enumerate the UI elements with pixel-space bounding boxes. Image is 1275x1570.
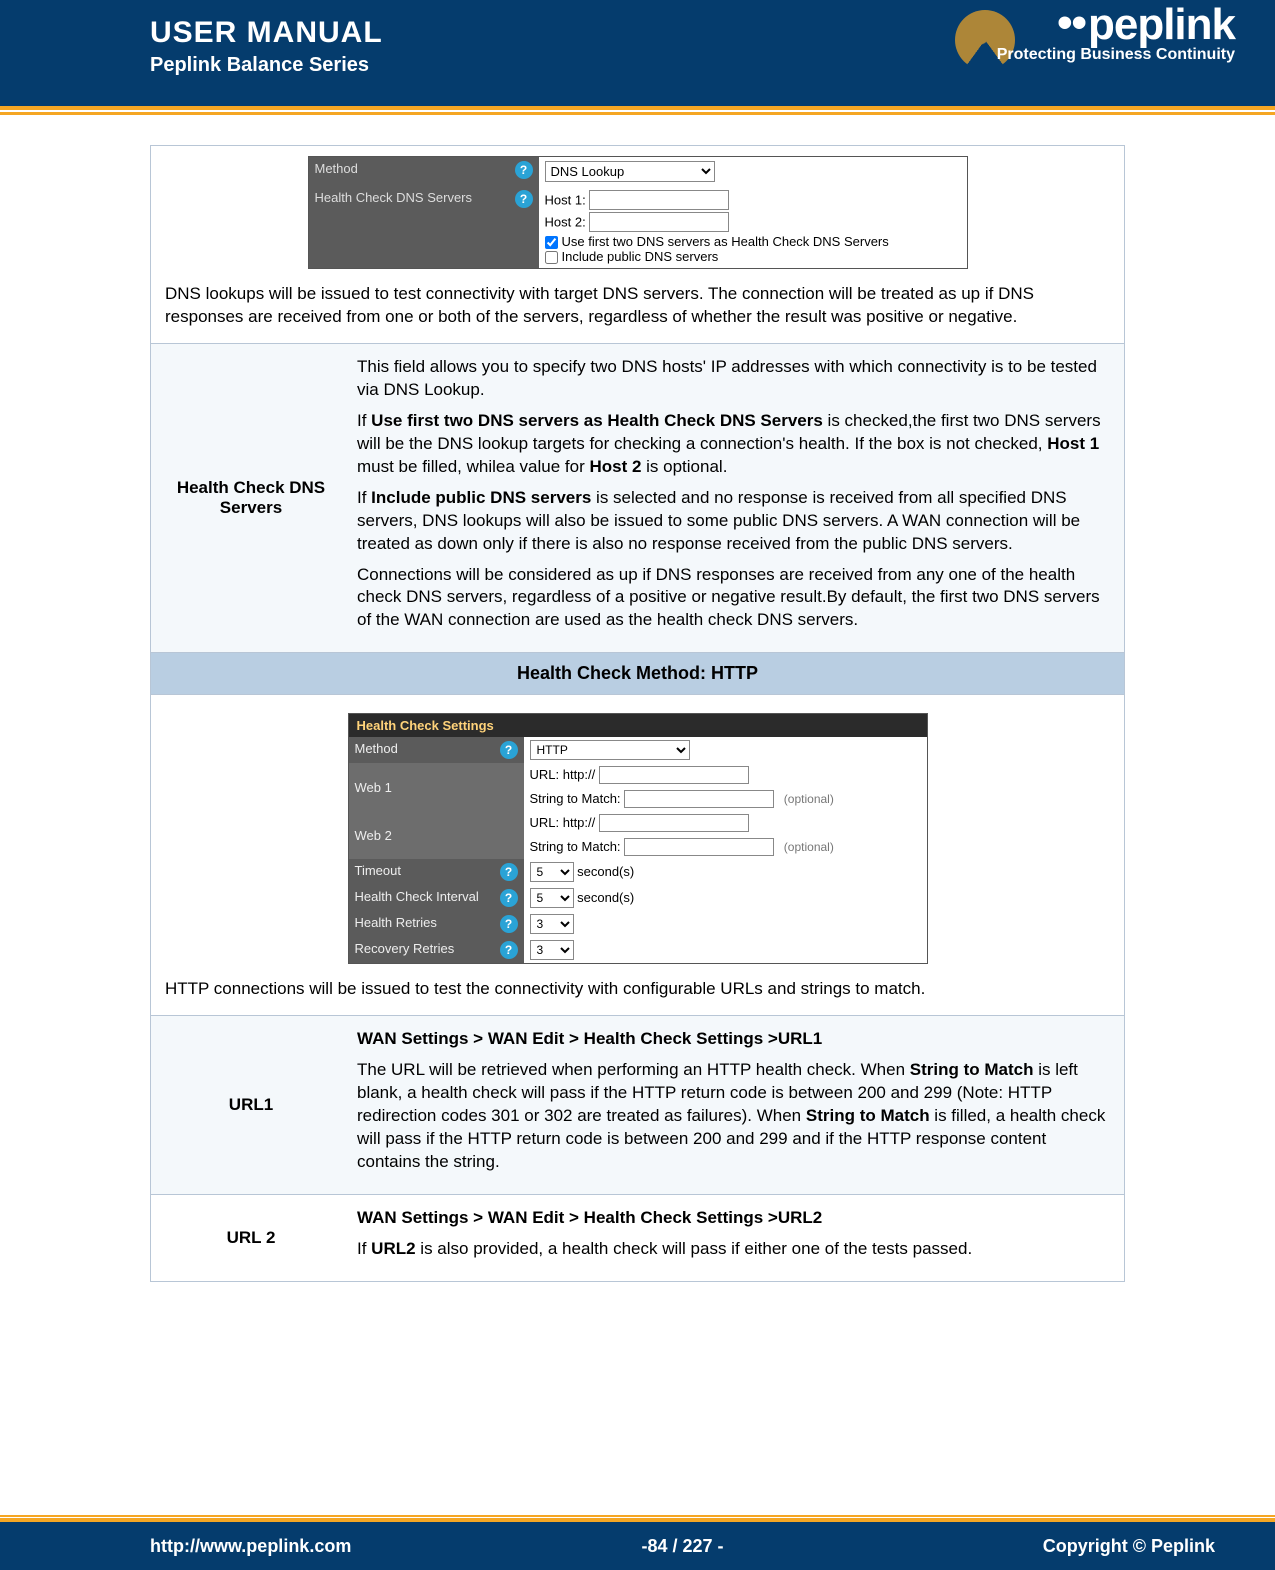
label-text: Health Check DNS Servers bbox=[315, 190, 473, 205]
interval-label: Health Check Interval? bbox=[349, 885, 524, 911]
help-icon[interactable]: ? bbox=[500, 741, 518, 759]
fig-dns-servers-cell: Host 1: Host 2: Use first two DNS server… bbox=[539, 186, 967, 268]
cb1-label: Use first two DNS servers as Health Chec… bbox=[562, 234, 889, 249]
cb2-label: Include public DNS servers bbox=[562, 249, 719, 264]
footer-url: http://www.peplink.com bbox=[150, 1536, 505, 1557]
row-content: WAN Settings > WAN Edit > Health Check S… bbox=[351, 1195, 1124, 1281]
row-url2: URL 2 WAN Settings > WAN Edit > Health C… bbox=[151, 1194, 1124, 1281]
web1-string-input[interactable] bbox=[624, 790, 774, 808]
para: If URL2 is also provided, a health check… bbox=[357, 1238, 1108, 1261]
web2-label: Web 2 bbox=[349, 811, 524, 859]
optional-text: (optional) bbox=[784, 792, 834, 806]
brand-logo: ••peplink Protecting Business Continuity bbox=[997, 0, 1235, 64]
dns-caption: DNS lookups will be issued to test conne… bbox=[165, 283, 1110, 329]
url-prefix: URL: http:// bbox=[530, 815, 596, 830]
row-content: This field allows you to specify two DNS… bbox=[351, 344, 1124, 652]
brand-text: peplink bbox=[1088, 0, 1235, 49]
use-first-two-checkbox[interactable] bbox=[545, 236, 558, 249]
figure-http-wrapper: Health Check Settings Method? HTTP Web 1… bbox=[151, 694, 1124, 1001]
method-select[interactable]: DNS Lookup bbox=[545, 161, 715, 182]
health-retries-label: Health Retries? bbox=[349, 911, 524, 937]
page-footer: http://www.peplink.com -84 / 227 - Copyr… bbox=[0, 1518, 1275, 1570]
string-label: String to Match: bbox=[530, 839, 621, 854]
interval-select[interactable]: 5 bbox=[530, 888, 574, 908]
para: Connections will be considered as up if … bbox=[357, 564, 1108, 633]
help-icon[interactable]: ? bbox=[500, 863, 518, 881]
breadcrumb-path: WAN Settings > WAN Edit > Health Check S… bbox=[357, 1028, 1108, 1051]
url-prefix: URL: http:// bbox=[530, 767, 596, 782]
web2-string-input[interactable] bbox=[624, 838, 774, 856]
row-label: URL 2 bbox=[151, 1195, 351, 1281]
figure-http-title: Health Check Settings bbox=[349, 714, 927, 737]
recovery-retries-select[interactable]: 3 bbox=[530, 940, 574, 960]
host1-input[interactable] bbox=[589, 190, 729, 210]
help-icon[interactable]: ? bbox=[500, 889, 518, 907]
help-icon[interactable]: ? bbox=[515, 161, 533, 179]
http-method-label: Method? bbox=[349, 737, 524, 763]
figure-dns-lookup: Method ? DNS Lookup Health Check DNS Ser… bbox=[308, 156, 968, 269]
section-health-check-http: Health Check Method: HTTP bbox=[151, 652, 1124, 694]
http-method-select[interactable]: HTTP bbox=[530, 740, 690, 760]
seconds-text: second(s) bbox=[577, 864, 634, 879]
content-frame: Method ? DNS Lookup Health Check DNS Ser… bbox=[150, 145, 1125, 1282]
timeout-label: Timeout? bbox=[349, 859, 524, 885]
timeout-select[interactable]: 5 bbox=[530, 862, 574, 882]
http-caption: HTTP connections will be issued to test … bbox=[165, 978, 1110, 1001]
health-retries-select[interactable]: 3 bbox=[530, 914, 574, 934]
breadcrumb-path: WAN Settings > WAN Edit > Health Check S… bbox=[357, 1207, 1108, 1230]
help-icon[interactable]: ? bbox=[500, 915, 518, 933]
string-label: String to Match: bbox=[530, 791, 621, 806]
recovery-retries-label: Recovery Retries? bbox=[349, 937, 524, 963]
host1-label: Host 1: bbox=[545, 193, 586, 208]
header-divider bbox=[0, 112, 1275, 115]
row-health-check-dns-servers: Health Check DNS Servers This field allo… bbox=[151, 343, 1124, 652]
include-public-checkbox[interactable] bbox=[545, 251, 558, 264]
row-label: URL1 bbox=[151, 1016, 351, 1194]
brand-tagline: Protecting Business Continuity bbox=[997, 46, 1235, 64]
doc-title: USER MANUAL bbox=[150, 16, 383, 50]
web1-label: Web 1 bbox=[349, 763, 524, 811]
para: This field allows you to specify two DNS… bbox=[357, 356, 1108, 402]
web2-url-input[interactable] bbox=[599, 814, 749, 832]
web1-url-input[interactable] bbox=[599, 766, 749, 784]
doc-subtitle: Peplink Balance Series bbox=[150, 54, 383, 77]
optional-text: (optional) bbox=[784, 840, 834, 854]
para: The URL will be retrieved when performin… bbox=[357, 1059, 1108, 1174]
seconds-text: second(s) bbox=[577, 890, 634, 905]
help-icon[interactable]: ? bbox=[515, 190, 533, 208]
figure-http: Health Check Settings Method? HTTP Web 1… bbox=[348, 713, 928, 964]
para: If Include public DNS servers is selecte… bbox=[357, 487, 1108, 556]
footer-copyright: Copyright © Peplink bbox=[860, 1536, 1215, 1557]
para: If Use first two DNS servers as Health C… bbox=[357, 410, 1108, 479]
page-header: USER MANUAL Peplink Balance Series ••pep… bbox=[0, 0, 1275, 110]
fig-dns-method-cell: DNS Lookup bbox=[539, 157, 967, 186]
host2-input[interactable] bbox=[589, 212, 729, 232]
fig-dns-servers-label: Health Check DNS Servers ? bbox=[309, 186, 539, 268]
row-url1: URL1 WAN Settings > WAN Edit > Health Ch… bbox=[151, 1015, 1124, 1194]
host2-label: Host 2: bbox=[545, 215, 586, 230]
help-icon[interactable]: ? bbox=[500, 941, 518, 959]
row-label: Health Check DNS Servers bbox=[151, 344, 351, 652]
label-text: Method bbox=[315, 161, 358, 176]
fig-dns-method-label: Method ? bbox=[309, 157, 539, 186]
footer-page-number: -84 / 227 - bbox=[505, 1536, 860, 1557]
row-content: WAN Settings > WAN Edit > Health Check S… bbox=[351, 1016, 1124, 1194]
